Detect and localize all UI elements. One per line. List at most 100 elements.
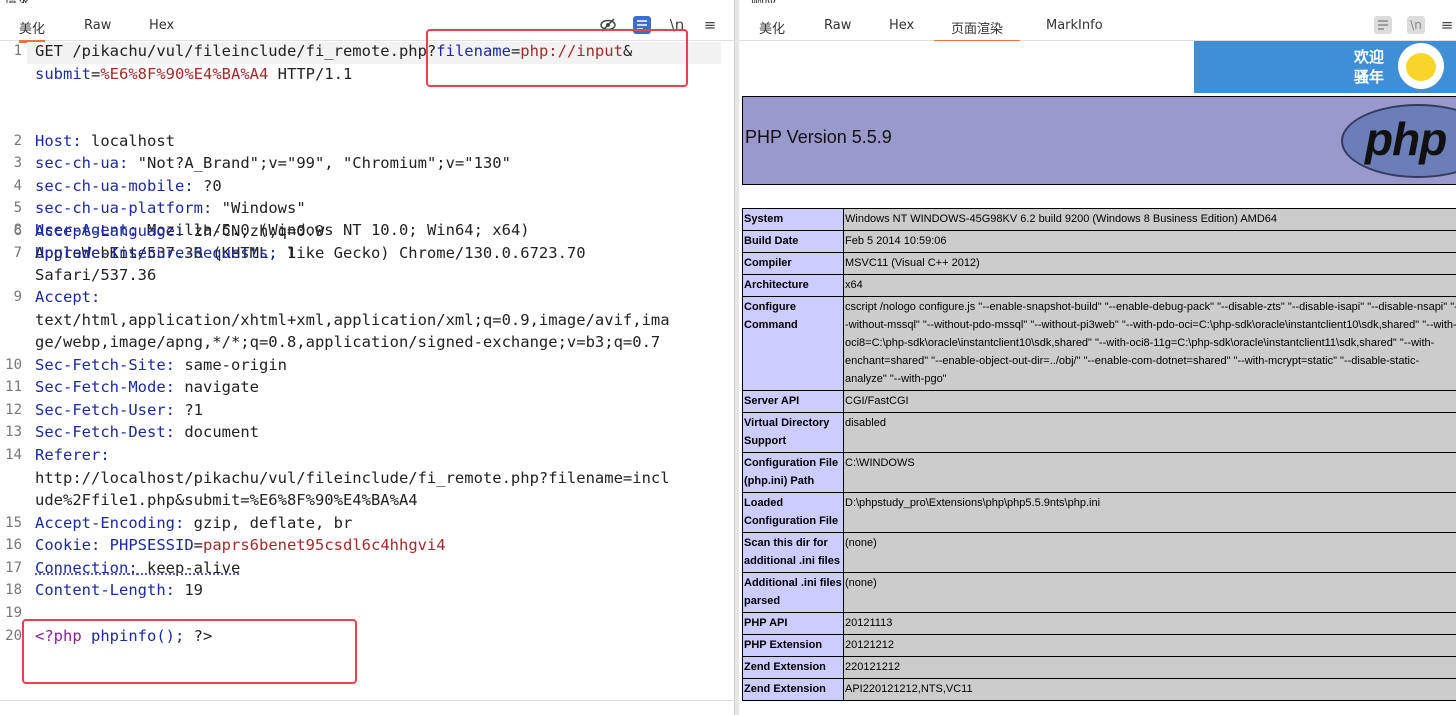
line-number: 9	[13, 289, 22, 305]
phpinfo-value: Windows NT WINDOWS-45G98KV 6.2 build 920…	[843, 208, 1456, 231]
header-user-agent-cont: Safari/537.36	[35, 266, 157, 284]
phpinfo-header: PHP Version 5.5.9 php	[742, 96, 1456, 185]
request-editor[interactable]: 1 GET /pikachu/vul/fileinclude/fi_remote…	[0, 29, 734, 701]
banner-text: 欢迎 骚年	[1354, 48, 1385, 86]
line-number: 10	[5, 357, 22, 373]
response-pane: 响应 美化 Raw Hex 页面渲染 MarkInfo \n ≡ 欢迎 骚年 P…	[739, 0, 1456, 715]
phpinfo-value: C:\WINDOWS	[843, 452, 1456, 493]
phpinfo-table: System Windows NT WINDOWS-45G98KV 6.2 bui…	[742, 208, 1456, 701]
menu-icon[interactable]: ≡	[701, 16, 719, 34]
phpinfo-key: Zend Extension	[742, 656, 844, 679]
phpinfo-value: (none)	[843, 572, 1456, 613]
header-accept-encoding: Accept-Encoding: gzip, deflate, br	[35, 514, 353, 532]
phpinfo-row: Configuration File (php.ini) Path C:\WIND…	[742, 452, 1456, 493]
header-line: Host: localhost	[35, 132, 175, 150]
request-bottom-toolbar	[0, 700, 734, 715]
highlight-body	[22, 619, 357, 684]
header-line: Sec-Fetch-Mode: navigate	[35, 378, 259, 396]
phpinfo-row: Zend Extension 220121212	[742, 656, 1456, 679]
phpinfo-value: 20121113	[843, 612, 1456, 635]
newline-icon[interactable]: \n	[1407, 16, 1425, 34]
phpinfo-row: PHP Extension 20121212	[742, 634, 1456, 657]
header-line: Sec-Fetch-Dest: document	[35, 423, 259, 441]
header-line: Upgrade-Insecure-Requests: 1	[35, 244, 297, 262]
header-accept-cont: ge/webp,image/apng,*/*;q=0.8,application…	[35, 333, 661, 351]
phpinfo-row: Zend Extension API220121212,NTS,VC11	[742, 678, 1456, 701]
menu-icon[interactable]: ≡	[1438, 16, 1456, 34]
header-line: Sec-Fetch-User: ?1	[35, 401, 203, 419]
line-number: 2	[13, 133, 22, 149]
line-number: 7	[13, 245, 22, 261]
phpinfo-value: D:\phpstudy_pro\Extensions\php\php5.5.9n…	[843, 492, 1456, 533]
request-pane-title: 请求	[4, 0, 44, 3]
php-version-title: PHP Version 5.5.9	[745, 127, 892, 147]
tab-pretty[interactable]: 美化	[19, 18, 46, 43]
header-referer: Referer:	[35, 446, 110, 464]
line-number: 14	[5, 447, 22, 463]
phpinfo-key: System	[742, 208, 844, 231]
line-number: 15	[5, 515, 22, 531]
phpinfo-value: API220121212,NTS,VC11	[843, 678, 1456, 701]
header-line: sec-ch-ua-mobile: ?0	[35, 177, 222, 195]
header-line: Sec-Fetch-Site: same-origin	[35, 356, 287, 374]
phpinfo-row: Virtual Directory Support disabled	[742, 412, 1456, 453]
request-line-cont: submit=%E6%8F%90%E4%BA%A4 HTTP/1.1	[35, 65, 353, 83]
phpinfo-row: Architecture x64	[742, 274, 1456, 297]
phpinfo-key: Virtual Directory Support	[742, 412, 844, 453]
header-line: sec-ch-ua: "Not?A_Brand";v="99", "Chromi…	[35, 154, 511, 172]
line-number: 20	[5, 628, 22, 644]
line-number: 4	[13, 178, 22, 194]
phpinfo-row: Additional .ini files parsed (none)	[742, 572, 1456, 613]
request-pane: 请求 美化 Raw Hex \n ≡ 1 GET /pikachu/vul/fi…	[0, 0, 734, 715]
php-logo-icon: php	[1341, 104, 1456, 178]
tab-render[interactable]: 页面渲染	[934, 18, 1021, 43]
header-accept-cont: text/html,application/xhtml+xml,applicat…	[35, 311, 670, 329]
tab-pretty[interactable]: 美化	[759, 18, 785, 40]
phpinfo-value: cscript /nologo configure.js "--enable-s…	[843, 296, 1456, 391]
phpinfo-key: Scan this dir for additional .ini files	[742, 532, 844, 573]
phpinfo-key: Additional .ini files parsed	[742, 572, 844, 613]
phpinfo-value: (none)	[843, 532, 1456, 573]
line-number: 19	[5, 605, 22, 621]
header-content-length: Content-Length: 19	[35, 581, 203, 599]
line-number: 3	[13, 155, 22, 171]
phpinfo-value: disabled	[843, 412, 1456, 453]
line-number: 5	[13, 200, 22, 216]
phpinfo-value: 20121212	[843, 634, 1456, 657]
phpinfo-key: Loaded Configuration File	[742, 492, 844, 533]
header-cookie: Cookie: PHPSESSID=paprs6benet95csdl6c4hh…	[35, 536, 446, 554]
site-banner: 欢迎 骚年	[1194, 41, 1456, 93]
line-number: 11	[5, 379, 22, 395]
phpinfo-row: PHP API 20121113	[742, 612, 1456, 635]
phpinfo-key: PHP API	[742, 612, 844, 635]
phpinfo-key: Zend Extension	[742, 678, 844, 701]
tab-markinfo[interactable]: MarkInfo	[1046, 18, 1103, 40]
tab-raw[interactable]: Raw	[84, 18, 111, 40]
line-number: 13	[5, 424, 22, 440]
header-accept: Accept:	[35, 288, 101, 306]
line-number: 6	[13, 223, 22, 239]
rendered-page: 欢迎 骚年 PHP Version 5.5.9 php System Window…	[739, 41, 1456, 715]
line-number: 12	[5, 402, 22, 418]
phpinfo-value: CGI/FastCGI	[843, 390, 1456, 413]
phpinfo-key: Configuration File (php.ini) Path	[742, 452, 844, 493]
response-tabbar: 美化 Raw Hex 页面渲染 MarkInfo \n ≡	[739, 8, 1456, 43]
tab-hex[interactable]: Hex	[149, 18, 174, 40]
tab-raw[interactable]: Raw	[824, 18, 851, 40]
highlight-url-param	[426, 29, 688, 87]
wrap-icon[interactable]	[1374, 16, 1392, 34]
phpinfo-row: Compiler MSVC11 (Visual C++ 2012)	[742, 252, 1456, 275]
header-referer-cont: ude%2Ffile1.php&submit=%E6%8F%90%E4%BA%A…	[35, 491, 418, 509]
phpinfo-value: x64	[843, 274, 1456, 297]
phpinfo-row: Loaded Configuration File D:\phpstudy_pro…	[742, 492, 1456, 533]
phpinfo-row: Server API CGI/FastCGI	[742, 390, 1456, 413]
phpinfo-key: Server API	[742, 390, 844, 413]
phpinfo-value: Feb 5 2014 10:59:06	[843, 230, 1456, 253]
phpinfo-key: Architecture	[742, 274, 844, 297]
phpinfo-key: Configure Command	[742, 296, 844, 391]
phpinfo-row: Scan this dir for additional .ini files(…	[742, 532, 1456, 573]
line-number: 1	[13, 43, 22, 59]
header-connection: Connection: keep-alive	[35, 559, 241, 577]
phpinfo-key: PHP Extension	[742, 634, 844, 657]
tab-hex[interactable]: Hex	[889, 18, 914, 40]
